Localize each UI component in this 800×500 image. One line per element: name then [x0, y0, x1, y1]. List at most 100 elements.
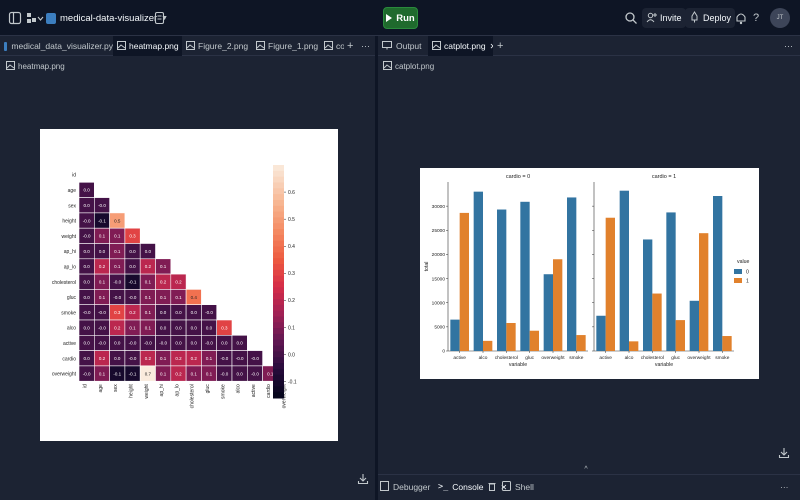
monitor-icon [382, 40, 392, 52]
x-tick-label: cholesterol [495, 355, 518, 361]
bell-icon[interactable] [735, 11, 747, 25]
heatmap-cell-label: 0.1 [175, 295, 182, 300]
tab-label: Debugger [393, 482, 431, 492]
tab-figure-1-png[interactable]: Figure_1.png ✕ [252, 36, 320, 56]
y-tick-label: 15000 [432, 276, 446, 282]
search-icon[interactable] [624, 11, 638, 25]
heatmap-row-label: height [62, 219, 76, 225]
download-icon[interactable] [778, 447, 790, 459]
bar [605, 217, 615, 351]
tab-console[interactable]: >_ Console ✕ [438, 475, 507, 499]
bar [713, 196, 723, 351]
heatmap-row-label: smoke [61, 310, 76, 316]
heatmap-cell-label: 0.0 [84, 325, 91, 330]
tab-overflow[interactable]: co [320, 36, 344, 56]
database-icon[interactable] [154, 11, 166, 25]
more-options-button[interactable]: ··· [357, 36, 373, 56]
y-tick-label: 20000 [432, 252, 446, 258]
catplot-image: cardio = 0 0 5000 10000 15000 20000 25000 30000… [420, 168, 759, 379]
avatar[interactable]: JT [770, 8, 790, 28]
tab-debugger[interactable]: Debugger [380, 475, 438, 499]
tab-output[interactable]: Output [378, 36, 428, 56]
bar [520, 201, 530, 351]
y-tick-label: 5000 [434, 325, 445, 331]
trash-icon[interactable] [488, 482, 496, 493]
bar [675, 320, 685, 351]
deploy-label: Deploy [703, 13, 732, 23]
colorbar-segment [273, 316, 284, 323]
left-pane: medical_data_visualizer.py heatmap.png ✕… [0, 36, 375, 500]
heatmap-cell-label: 0.0 [84, 203, 91, 208]
heatmap-cell-label: 0.1 [160, 371, 167, 376]
heatmap-col-label: height [129, 384, 135, 398]
chevron-up-icon[interactable]: ^ [581, 466, 591, 474]
tab-heatmap-png[interactable]: heatmap.png ✕ [113, 36, 182, 56]
deploy-button[interactable]: Deploy [685, 8, 736, 28]
debugger-icon [380, 481, 389, 493]
colorbar-segment [273, 229, 284, 236]
tab-label: Figure_1.png [268, 41, 319, 51]
bottom-tab-bar: Debugger >_ Console ✕ Shell ··· [378, 474, 800, 500]
bar [596, 315, 606, 351]
colorbar-segment [273, 310, 284, 317]
tab-medical-data-visualizer-py[interactable]: medical_data_visualizer.py [0, 36, 113, 56]
heatmap-cell-label: 0.0 [84, 264, 91, 269]
add-tab-button[interactable]: + [343, 36, 353, 56]
colorbar-segment [273, 287, 284, 294]
workspace-icon[interactable] [26, 11, 44, 25]
more-options-button[interactable]: ··· [780, 36, 798, 56]
help-button[interactable]: ? [753, 10, 759, 26]
tab-label: heatmap.png [129, 41, 179, 51]
colorbar-tick-label: 0.3 [288, 271, 295, 277]
heatmap-cell-label: 0.1 [129, 325, 136, 330]
heatmap-cell-label: 0.5 [114, 218, 121, 223]
heatmap-cell-label: 0.2 [99, 264, 106, 269]
colorbar-segment [273, 252, 284, 259]
colorbar-segment [273, 386, 284, 393]
legend-swatch [734, 278, 742, 283]
heatmap-col-label: ap_lo [174, 384, 180, 396]
tab-shell[interactable]: Shell [502, 475, 542, 499]
heatmap-cell-label: -0.0 [113, 295, 121, 300]
right-pane: Output catplot.png ✕ + ··· catplot.png c… [378, 36, 800, 474]
colorbar-segment [273, 234, 284, 242]
heatmap-cell-label: 0.1 [99, 279, 106, 284]
facet-title: cardio = 0 [506, 174, 530, 180]
heatmap-cell-label: 0.1 [160, 264, 167, 269]
colorbar-segment [273, 199, 284, 207]
heatmap-row-label: sex [68, 203, 76, 209]
heatmap-row-label: alco [67, 326, 76, 332]
heatmap-cell-label: 0.1 [114, 234, 121, 239]
bar [473, 191, 483, 351]
x-tick-label: gluc [525, 355, 534, 361]
sidebar-toggle-icon[interactable] [8, 11, 22, 25]
tab-figure-2-png[interactable]: Figure_2.png ✕ [182, 36, 252, 56]
run-button[interactable]: Run [383, 7, 418, 29]
more-options-button[interactable]: ··· [780, 475, 798, 499]
heatmap-image: id id age age sex sex height height weight weight… [40, 129, 338, 441]
bar [567, 197, 577, 351]
image-icon [117, 40, 126, 52]
image-icon [324, 40, 333, 52]
heatmap-cell-label: 0.0 [191, 325, 198, 330]
heatmap-cell-label: -0.0 [236, 356, 244, 361]
colorbar-tick-label: 0.4 [288, 244, 295, 250]
heatmap-cell-label: 0.0 [129, 264, 136, 269]
heatmap-cell-label: 0.1 [145, 295, 152, 300]
y-tick-label: 30000 [432, 204, 446, 210]
heatmap-col-label: age [98, 384, 104, 393]
repl-title[interactable]: medical-data-visualizer ▼ [46, 9, 168, 27]
heatmap-cell-label: 0.0 [175, 325, 182, 330]
download-icon[interactable] [357, 473, 369, 485]
heatmap-cell-label: 0.0 [114, 341, 121, 346]
x-tick-label: active [599, 355, 612, 361]
heatmap-cell-label: -0.0 [98, 203, 106, 208]
tab-catplot-png[interactable]: catplot.png ✕ [428, 36, 493, 56]
heatmap-cell-label: 0.0 [191, 310, 198, 315]
x-tick-label: cholesterol [641, 355, 664, 361]
invite-button[interactable]: Invite [642, 8, 686, 28]
add-tab-button[interactable]: + [493, 36, 505, 56]
heatmap-cell-label: 0.0 [237, 341, 244, 346]
colorbar-segment [273, 170, 284, 178]
image-icon [432, 40, 441, 52]
